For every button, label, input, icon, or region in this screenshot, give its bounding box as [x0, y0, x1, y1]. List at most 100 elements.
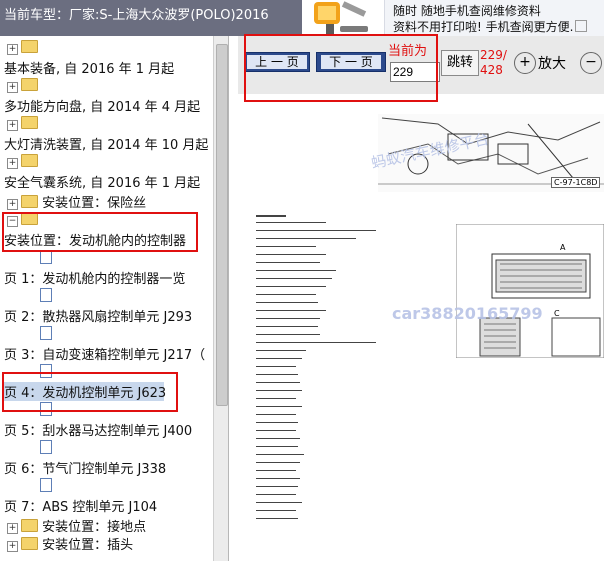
folder-icon [21, 78, 38, 91]
tree-folder-node[interactable]: + [7, 78, 38, 97]
tree-item[interactable]: 基本装备, 自 2016 年 1 月起 [4, 58, 174, 77]
document-icon [40, 440, 52, 454]
tree-item[interactable]: 页 3：自动变速箱控制单元 J217（ [4, 344, 205, 363]
text-line [256, 398, 296, 399]
text-line [256, 278, 332, 279]
document-tree[interactable]: + 基本装备, 自 2016 年 1 月起 + 多功能方向盘, 自 2014 年… [0, 36, 229, 561]
folder-icon [21, 40, 38, 53]
tree-item[interactable]: 页 7：ABS 控制单元 J104 [4, 496, 157, 515]
scrollbar-thumb[interactable] [216, 44, 228, 406]
zoom-in-label[interactable]: 放大 [538, 53, 566, 73]
tree-folder-node-ground[interactable]: + 安装位置：接地点 [7, 516, 146, 535]
text-line [256, 454, 304, 455]
text-line [256, 414, 296, 415]
figure-caption: C-97-1C8D [551, 177, 601, 188]
tree-item[interactable]: 页 6：节气门控制单元 J338 [4, 458, 166, 477]
text-line [256, 270, 336, 271]
text-line [256, 390, 302, 391]
tree-folder-node[interactable]: + [7, 40, 38, 59]
zoom-in-icon[interactable]: + [514, 52, 536, 74]
svg-text:C: C [554, 309, 560, 318]
page-counter: 229/428 [480, 48, 507, 77]
text-line [256, 374, 298, 375]
folder-icon [21, 116, 38, 129]
text-line [256, 470, 296, 471]
text-line [256, 486, 298, 487]
text-line [256, 494, 296, 495]
text-line [256, 438, 300, 439]
text-line [256, 350, 306, 351]
promo-line-2: 资料不用打印啦! 手机查阅更方便. [393, 18, 588, 35]
text-line [256, 302, 318, 303]
document-icon [40, 288, 52, 302]
tree-item[interactable]: 页 1：发动机舱内的控制器一览 [4, 268, 185, 287]
text-line [256, 254, 326, 255]
text-line [256, 215, 286, 217]
highlight-box [244, 34, 438, 102]
text-line [256, 230, 376, 231]
text-line [256, 382, 300, 383]
watermark-text: car38820165799 [392, 304, 543, 323]
text-line [256, 406, 302, 407]
tree-leaf-node[interactable] [40, 288, 52, 307]
text-line [256, 310, 326, 311]
tree-item[interactable]: 安全气囊系统, 自 2016 年 1 月起 [4, 172, 200, 191]
document-icon [40, 478, 52, 492]
text-line [256, 478, 300, 479]
promo-banner[interactable]: 随时 随地手机查阅维修资料 资料不用打印啦! 手机查阅更方便. [302, 0, 604, 36]
text-line [256, 366, 296, 367]
expand-icon[interactable]: + [7, 523, 18, 534]
text-line [256, 246, 316, 247]
text-line [256, 286, 326, 287]
expand-icon[interactable]: + [7, 44, 18, 55]
folder-icon [21, 537, 38, 550]
text-line [256, 334, 320, 335]
text-line [256, 510, 296, 511]
folder-icon [21, 154, 38, 167]
text-line [256, 318, 320, 319]
zoom-out-icon[interactable]: − [580, 52, 602, 74]
highlight-box [2, 372, 178, 412]
mascot-icon [314, 1, 368, 34]
document-icon [40, 250, 52, 264]
tree-item[interactable]: 多功能方向盘, 自 2014 年 4 月起 [4, 96, 200, 115]
text-line [256, 326, 318, 327]
expand-icon[interactable]: + [7, 158, 18, 169]
text-line [256, 430, 296, 431]
text-line [256, 238, 356, 239]
tree-leaf-node[interactable] [40, 478, 52, 497]
document-icon [40, 326, 52, 340]
text-line [256, 462, 300, 463]
tree-folder-node[interactable]: + [7, 154, 38, 173]
highlight-box [2, 212, 198, 252]
expand-icon[interactable]: + [7, 541, 18, 552]
folder-icon [21, 195, 38, 208]
checkbox-icon[interactable] [575, 20, 588, 32]
text-line [256, 262, 320, 263]
tree-folder-node-fuse[interactable]: + 安装位置：保险丝 [7, 192, 146, 211]
svg-text:A: A [560, 243, 566, 252]
text-line [256, 222, 326, 223]
tree-leaf-node[interactable] [40, 250, 52, 269]
tree-leaf-node[interactable] [40, 326, 52, 345]
promo-text-box: 随时 随地手机查阅维修资料 资料不用打印啦! 手机查阅更方便. [384, 0, 604, 36]
jump-button[interactable]: 跳转 [441, 50, 479, 76]
promo-line-1: 随时 随地手机查阅维修资料 [393, 4, 541, 18]
tree-folder-node-connector[interactable]: + 安装位置：插头 [7, 534, 133, 553]
car-model-title: 当前车型：厂家:S-上海大众波罗(POLO)2016 [4, 8, 269, 23]
tree-item[interactable]: 大灯清洗装置, 自 2014 年 10 月起 [4, 134, 208, 153]
text-line [256, 502, 302, 503]
text-line [256, 446, 298, 447]
tree-scrollbar[interactable] [213, 36, 228, 561]
expand-icon[interactable]: + [7, 120, 18, 131]
tree-leaf-node[interactable] [40, 440, 52, 459]
text-line [256, 294, 316, 295]
text-line [256, 518, 298, 519]
expand-icon[interactable]: + [7, 199, 18, 210]
tree-folder-node[interactable]: + [7, 116, 38, 135]
tree-item[interactable]: 页 2：散热器风扇控制单元 J293 [4, 306, 192, 325]
folder-icon [21, 519, 38, 532]
text-line [256, 342, 376, 343]
expand-icon[interactable]: + [7, 82, 18, 93]
tree-item[interactable]: 页 5：刮水器马达控制单元 J400 [4, 420, 192, 439]
